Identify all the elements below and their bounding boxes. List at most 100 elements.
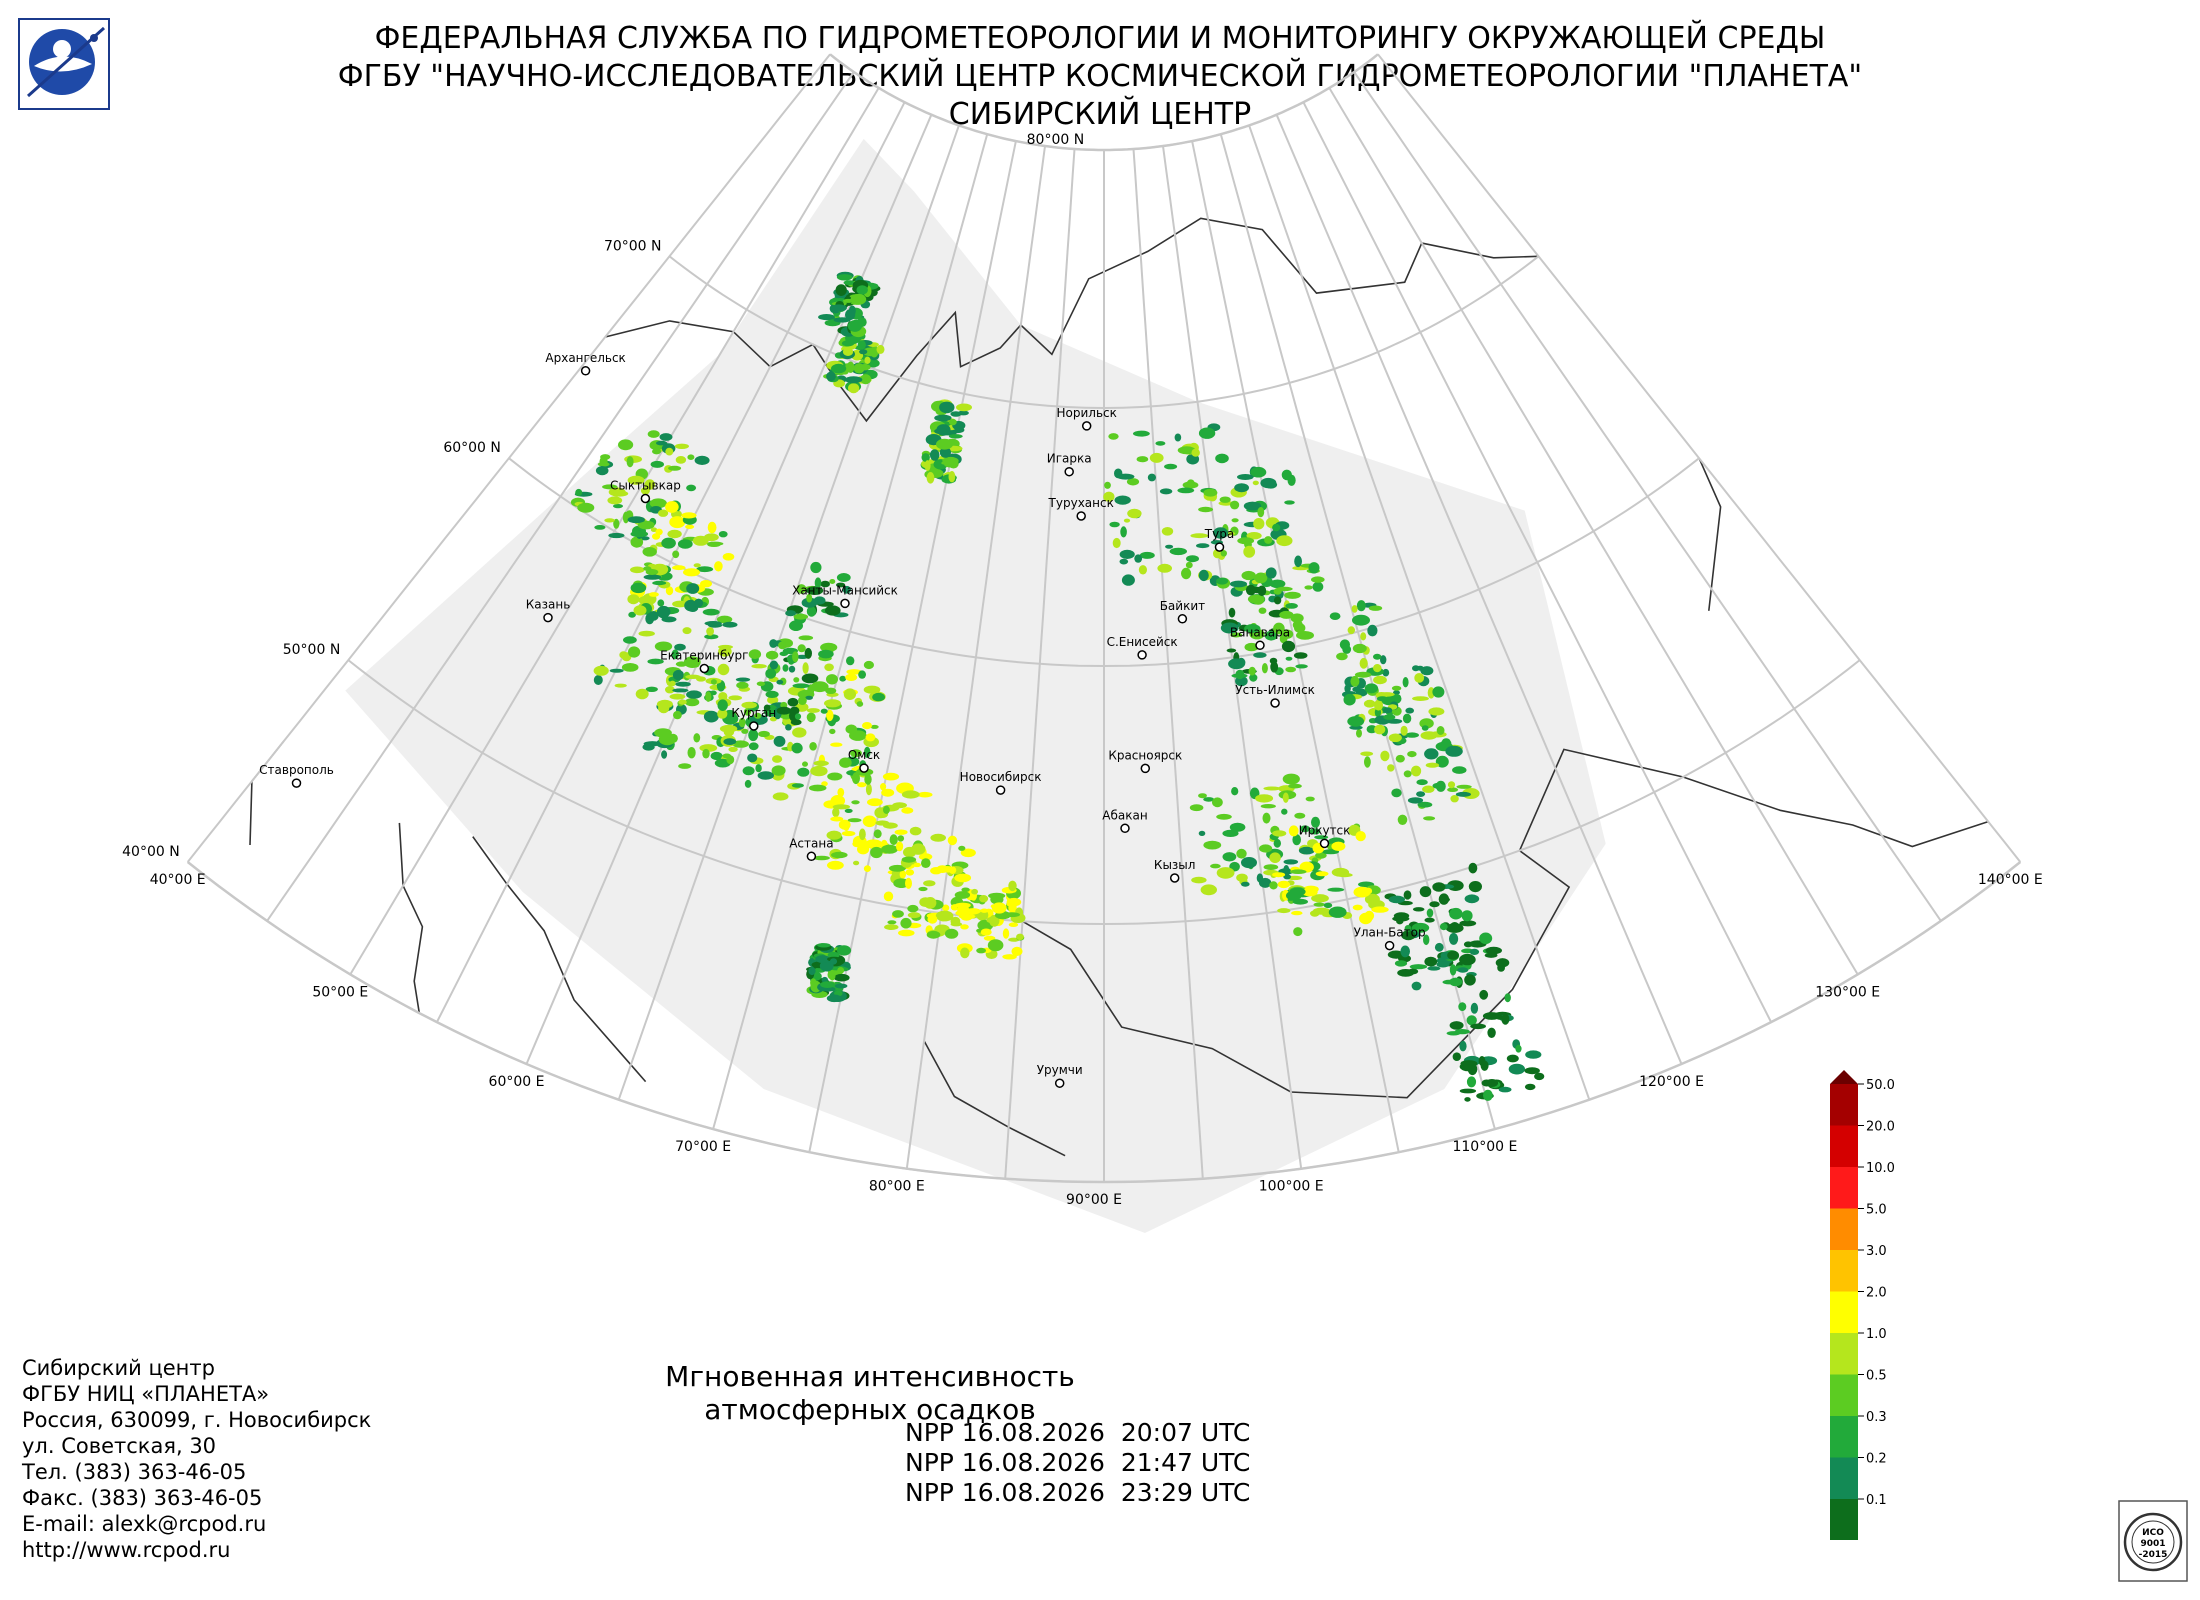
city-marker <box>1270 698 1280 708</box>
precip-cell <box>1429 901 1440 908</box>
satellite-pass: NPP 16.08.2026 23:29 UTC <box>905 1478 1251 1507</box>
precip-cell <box>1291 910 1303 916</box>
precip-cell <box>1219 496 1231 503</box>
precip-cell <box>825 605 841 616</box>
precip-cell <box>609 668 624 673</box>
contact-org-full: ФГБУ НИЦ «ПЛАНЕТА» <box>22 1382 270 1406</box>
precip-cell <box>792 651 799 663</box>
precip-cell <box>661 616 677 623</box>
colorbar-segment <box>1830 1125 1858 1167</box>
precip-cell <box>648 592 659 597</box>
precip-cell <box>1149 452 1164 463</box>
precip-cell <box>1259 844 1273 853</box>
precip-cell <box>769 660 779 670</box>
precip-cell <box>1177 487 1195 494</box>
precip-cell <box>1315 871 1329 877</box>
iso-text: ИСО <box>2142 1528 2164 1538</box>
precip-cell <box>1270 661 1279 673</box>
precip-cell <box>853 363 865 374</box>
precip-cell <box>884 924 899 930</box>
precip-cell <box>1421 725 1429 731</box>
precip-cell <box>1463 941 1473 948</box>
contact-website-link[interactable]: http://www.rcpod.ru <box>22 1537 230 1563</box>
precip-cell <box>1114 495 1131 505</box>
precip-cell <box>1165 544 1174 549</box>
precip-cell <box>1191 448 1200 457</box>
precip-cell <box>826 371 836 382</box>
colorbar-tick-label: 0.2 <box>1866 1452 1887 1467</box>
precip-cell <box>776 706 792 715</box>
precip-cell <box>1342 645 1352 654</box>
precip-cell <box>900 917 912 929</box>
precip-cell <box>954 873 972 883</box>
precip-cell <box>802 662 809 674</box>
precip-cell <box>694 598 704 608</box>
precip-cell <box>930 833 946 842</box>
precip-cell <box>1236 848 1247 859</box>
precip-cell <box>748 742 759 751</box>
city-label: Новосибирск <box>960 770 1042 784</box>
latitude-label: 50°00 N <box>283 642 341 658</box>
precip-cell <box>748 649 762 660</box>
precip-cell <box>1432 882 1446 892</box>
precip-cell <box>1112 537 1121 549</box>
city-marker <box>1076 511 1086 521</box>
precip-cell <box>1235 669 1245 680</box>
precipitation-colorbar: 50.020.010.05.03.02.01.00.50.30.20.1мм/ч <box>1830 1070 1895 1540</box>
precip-cell <box>1391 788 1402 798</box>
precip-cell <box>1282 773 1300 785</box>
precip-cell <box>863 660 875 670</box>
precip-cell <box>718 531 728 538</box>
precip-cell <box>1241 570 1256 581</box>
precip-cell <box>1388 733 1402 743</box>
precip-cell <box>1391 685 1402 691</box>
precip-cell <box>1400 945 1410 958</box>
precip-cell <box>859 349 868 355</box>
precip-cell <box>1216 867 1235 879</box>
precip-cell <box>1293 652 1308 659</box>
precip-cell <box>1231 787 1239 796</box>
precip-cell <box>719 724 738 733</box>
precip-cell <box>1198 506 1214 513</box>
precip-cell <box>627 594 640 605</box>
precip-cell <box>658 733 676 746</box>
precip-cell <box>1344 684 1351 693</box>
precip-cell <box>1212 797 1223 808</box>
precip-cell <box>793 613 809 620</box>
precip-cell <box>1411 981 1422 991</box>
precip-cell <box>808 784 827 792</box>
city-label: Ставрополь <box>259 763 334 777</box>
precip-cell <box>1373 664 1382 673</box>
precip-cell <box>673 710 682 720</box>
precip-cell <box>658 702 670 714</box>
precip-cell <box>1147 473 1156 482</box>
precip-cell <box>1360 751 1374 757</box>
precip-cell <box>881 788 895 797</box>
precip-cell <box>1290 613 1304 623</box>
colorbar-tick-label: 5.0 <box>1866 1203 1887 1218</box>
precip-cell <box>1277 908 1291 914</box>
precip-cell <box>1189 804 1204 812</box>
precip-cell <box>642 547 657 557</box>
precip-cell <box>599 456 608 466</box>
precip-cell <box>1116 473 1135 480</box>
city-marker <box>640 493 651 504</box>
precip-cell <box>1139 551 1155 559</box>
precip-cell <box>744 779 752 788</box>
precip-cell <box>1119 549 1135 560</box>
precip-cell <box>1411 765 1422 777</box>
precip-cell <box>707 521 717 534</box>
precip-cell <box>1383 714 1396 720</box>
precip-cell <box>613 504 623 509</box>
precip-cell <box>829 970 836 981</box>
contact-email[interactable]: E-mail: alexk@rcpod.ru <box>22 1511 266 1537</box>
precip-cell <box>1487 1027 1496 1039</box>
precip-cell <box>824 663 834 672</box>
precip-cell <box>813 760 829 767</box>
precip-cell <box>706 627 714 636</box>
precip-cell <box>1449 1021 1464 1030</box>
precip-cell <box>1460 1064 1476 1072</box>
precip-cell <box>864 356 871 364</box>
precip-cell <box>924 897 937 909</box>
precip-cell <box>1364 756 1371 768</box>
